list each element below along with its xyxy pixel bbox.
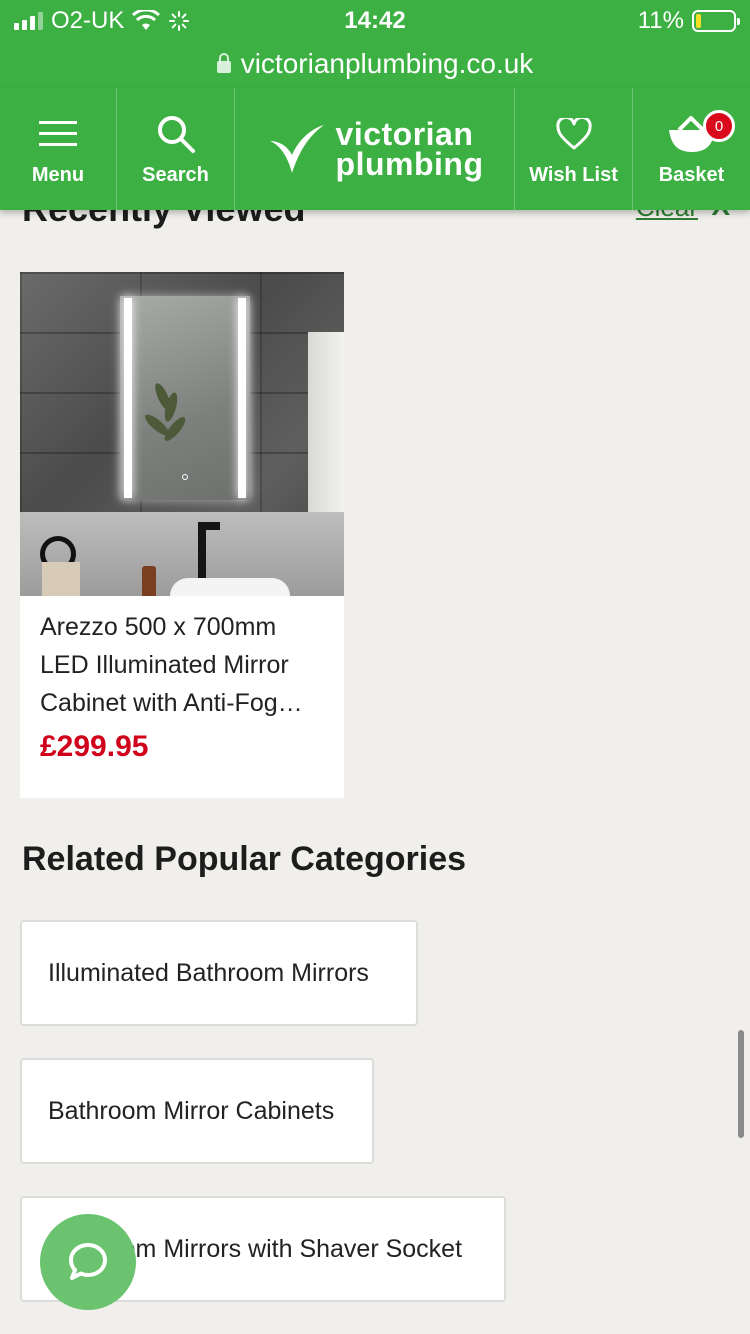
status-right: 11% [637, 7, 740, 35]
basket-label: Basket [658, 163, 725, 186]
basket-button[interactable]: Basket 0 [633, 88, 750, 210]
category-label: Bathroom Mirror Cabinets [48, 1096, 335, 1125]
product-price: £299.95 [40, 730, 149, 763]
lock-icon [216, 53, 231, 73]
url-bar[interactable]: victorianplumbing.co.uk [0, 40, 750, 88]
url-text: victorianplumbing.co.uk [240, 48, 534, 79]
battery-icon [692, 10, 740, 32]
category-button[interactable]: Illuminated Bathroom Mirrors [20, 920, 418, 1026]
logo-text: victorian plumbing [335, 116, 484, 182]
logo-line-1: victorian [335, 116, 474, 152]
heart-icon [555, 117, 592, 149]
related-categories-title: Related Popular Categories [22, 840, 467, 878]
menu-label: Menu [31, 163, 85, 186]
status-bar: O2-UK 14:42 11% [0, 0, 750, 40]
category-button[interactable]: Bathroom Mirror Cabinets [20, 1058, 374, 1164]
product-image[interactable] [20, 272, 344, 596]
wishlist-button[interactable]: Wish List [515, 88, 633, 210]
site-logo[interactable]: victorian plumbing [235, 88, 515, 210]
scrollbar[interactable] [738, 1030, 744, 1138]
hamburger-icon [39, 120, 77, 146]
product-name[interactable]: Arezzo 500 x 700mm LED Illuminated Mirro… [40, 608, 330, 722]
wishlist-label: Wish List [529, 163, 618, 186]
category-label: Illuminated Bathroom Mirrors [48, 958, 369, 987]
chat-icon [69, 1243, 107, 1280]
search-icon [157, 115, 195, 153]
search-button[interactable]: Search [117, 88, 235, 210]
menu-button[interactable]: Menu [0, 88, 117, 210]
basket-count-badge: 0 [703, 110, 735, 142]
logo-line-2: plumbing [335, 146, 484, 182]
chat-button[interactable] [40, 1214, 136, 1310]
battery-percent: 11% [637, 7, 684, 34]
search-label: Search [142, 163, 209, 186]
product-card[interactable]: Arezzo 500 x 700mm LED Illuminated Mirro… [20, 272, 344, 798]
logo-icon [269, 125, 324, 173]
site-header: Menu Search victorian plumbing Wish List [0, 88, 750, 210]
